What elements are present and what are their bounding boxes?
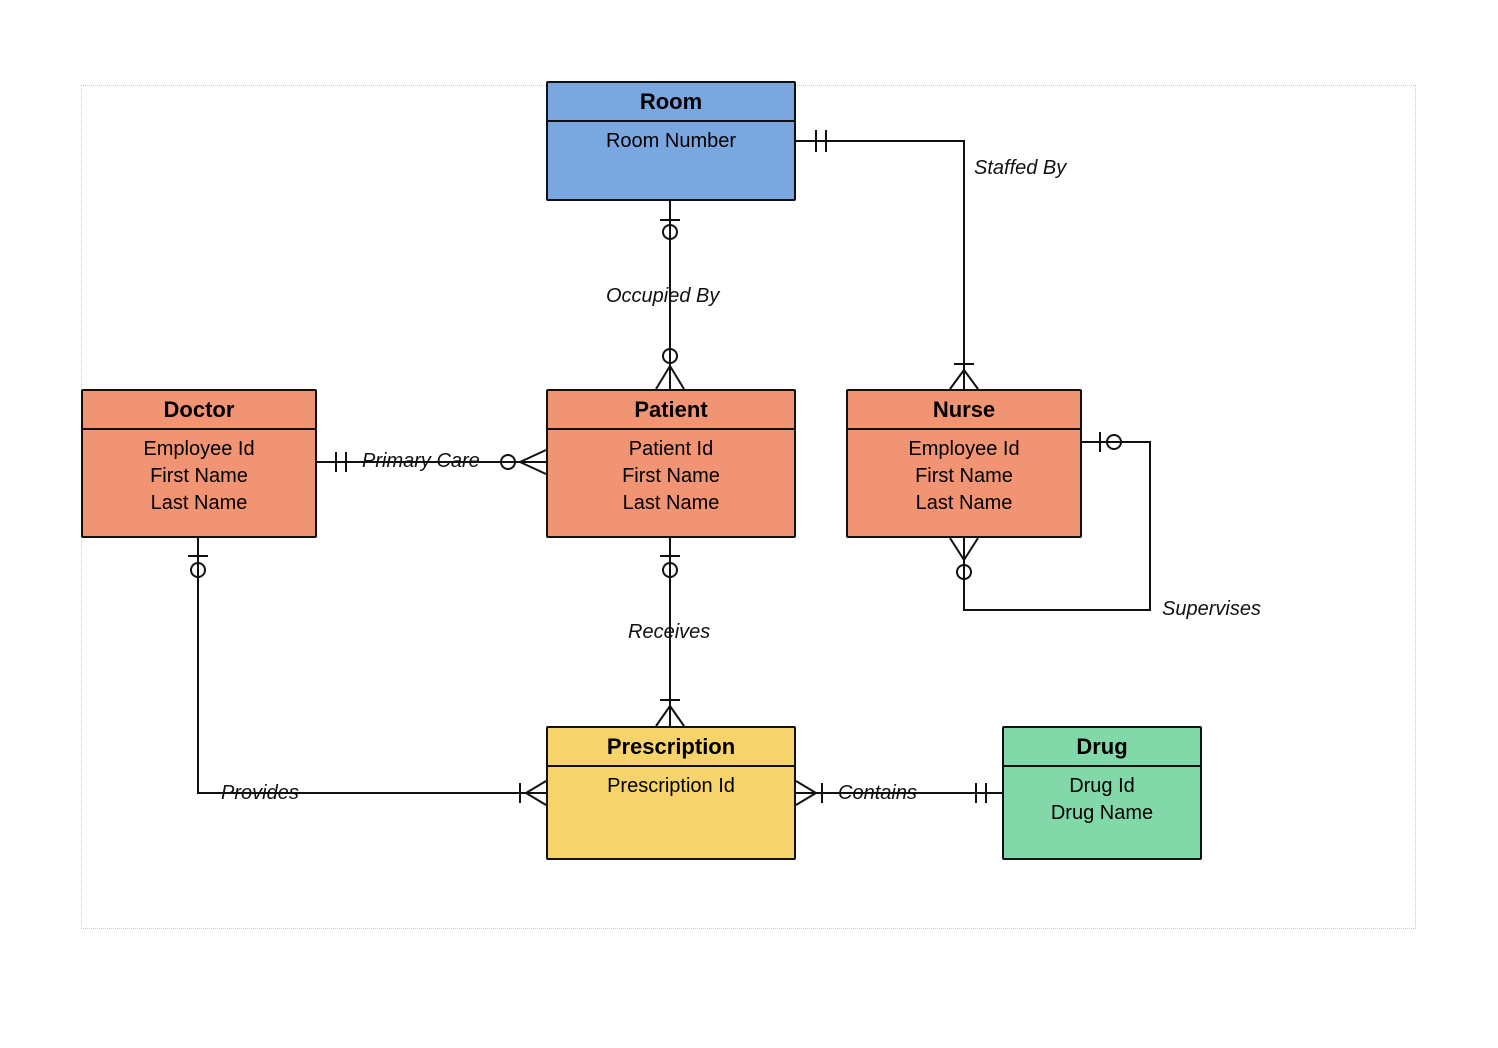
entity-drug-attrs: Drug Id Drug Name (1004, 767, 1200, 835)
attr: Employee Id (852, 436, 1076, 463)
entity-room-title: Room (548, 83, 794, 122)
entity-patient-attrs: Patient Id First Name Last Name (548, 430, 794, 525)
entity-doctor[interactable]: Doctor Employee Id First Name Last Name (81, 389, 317, 538)
attr: Last Name (87, 490, 311, 517)
attr: Employee Id (87, 436, 311, 463)
attr: First Name (87, 463, 311, 490)
attr: First Name (552, 463, 790, 490)
attr: Drug Name (1008, 800, 1196, 827)
entity-room[interactable]: Room Room Number (546, 81, 796, 201)
entity-drug[interactable]: Drug Drug Id Drug Name (1002, 726, 1202, 860)
attr: Patient Id (552, 436, 790, 463)
label-receives: Receives (628, 621, 710, 644)
entity-room-attrs: Room Number (548, 122, 794, 163)
entity-prescription[interactable]: Prescription Prescription Id (546, 726, 796, 860)
entity-nurse[interactable]: Nurse Employee Id First Name Last Name (846, 389, 1082, 538)
entity-nurse-attrs: Employee Id First Name Last Name (848, 430, 1080, 525)
entity-patient[interactable]: Patient Patient Id First Name Last Name (546, 389, 796, 538)
entity-prescription-attrs: Prescription Id (548, 767, 794, 808)
attr: Drug Id (1008, 773, 1196, 800)
attr: Prescription Id (552, 773, 790, 800)
entity-drug-title: Drug (1004, 728, 1200, 767)
diagram-canvas: Room Room Number Doctor Employee Id Firs… (0, 0, 1498, 1048)
label-staffed-by: Staffed By (974, 157, 1066, 180)
label-contains: Contains (838, 782, 917, 805)
entity-doctor-title: Doctor (83, 391, 315, 430)
label-primary-care: Primary Care (362, 450, 480, 473)
entity-nurse-title: Nurse (848, 391, 1080, 430)
entity-doctor-attrs: Employee Id First Name Last Name (83, 430, 315, 525)
label-occupied-by: Occupied By (606, 285, 719, 308)
attr: Last Name (552, 490, 790, 517)
attr: Last Name (852, 490, 1076, 517)
attr: Room Number (552, 128, 790, 155)
entity-patient-title: Patient (548, 391, 794, 430)
label-supervises: Supervises (1162, 598, 1261, 621)
label-provides: Provides (221, 782, 299, 805)
entity-prescription-title: Prescription (548, 728, 794, 767)
attr: First Name (852, 463, 1076, 490)
